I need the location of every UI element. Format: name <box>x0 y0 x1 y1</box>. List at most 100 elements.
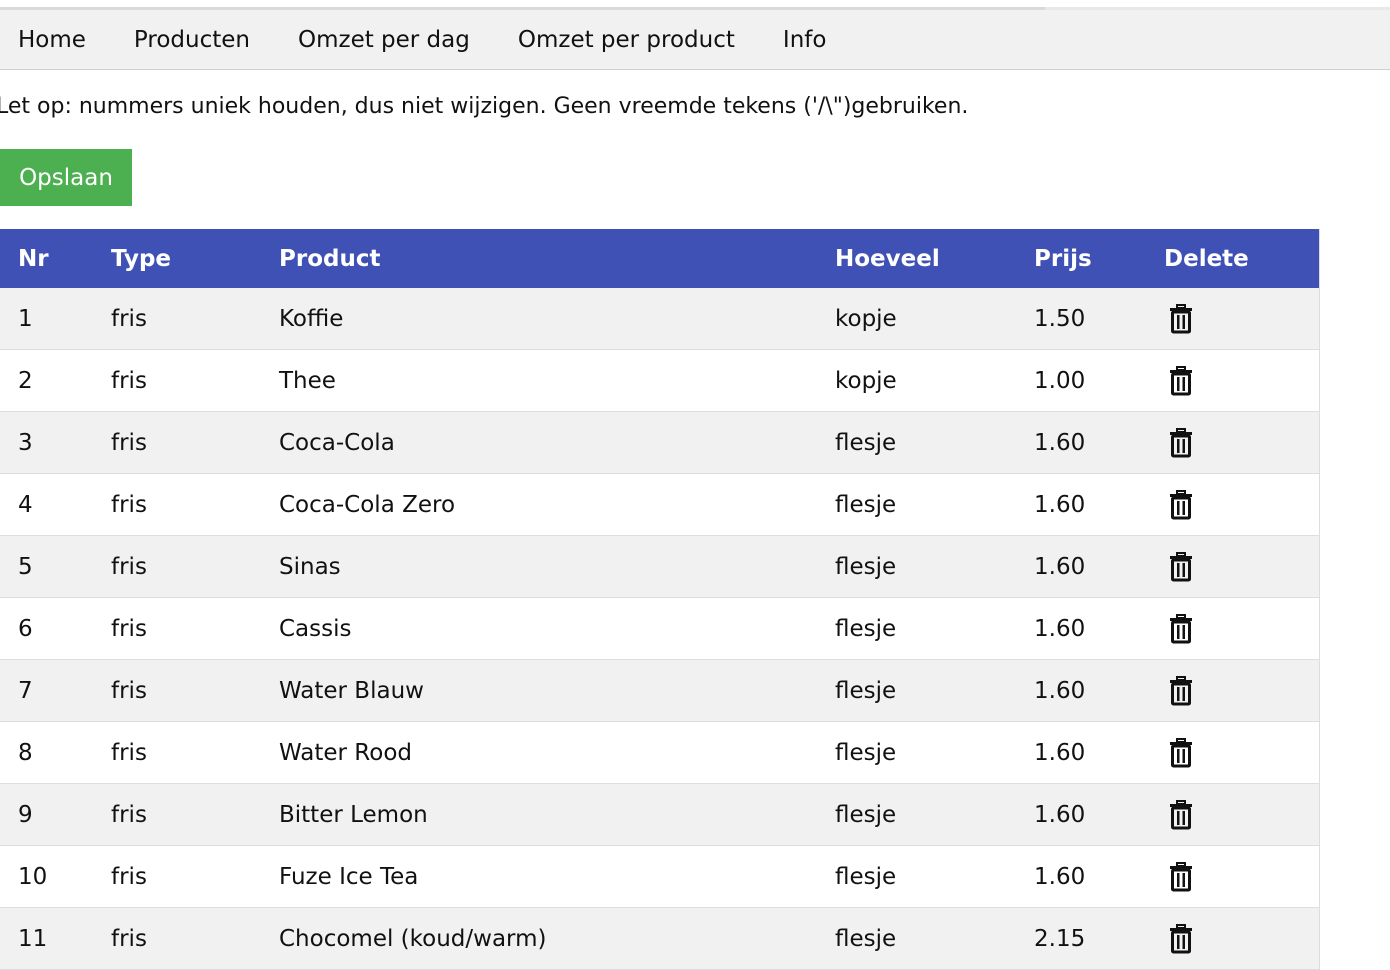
table-row: 3 fris Coca-Cola flesje 1.60 <box>0 411 1320 474</box>
cell-prijs[interactable]: 1.60 <box>1034 721 1164 784</box>
cell-prijs[interactable]: 1.60 <box>1034 783 1164 846</box>
table-row: 2 fris Thee kopje 1.00 <box>0 349 1320 412</box>
cell-nr[interactable]: 4 <box>0 473 111 536</box>
cell-prijs[interactable]: 1.60 <box>1034 659 1164 722</box>
cell-hoeveel[interactable]: flesje <box>835 597 1034 660</box>
cell-nr[interactable]: 7 <box>0 659 111 722</box>
cell-product[interactable]: Cassis <box>279 597 835 660</box>
nav-item-omzet-per-dag[interactable]: Omzet per dag <box>298 27 494 53</box>
cell-type[interactable]: fris <box>111 783 279 846</box>
cell-hoeveel[interactable]: flesje <box>835 845 1034 908</box>
nav-item-producten[interactable]: Producten <box>134 27 274 53</box>
cell-type[interactable]: fris <box>111 845 279 908</box>
table-row: 4 fris Coca-Cola Zero flesje 1.60 <box>0 473 1320 536</box>
table-row: 5 fris Sinas flesje 1.60 <box>0 535 1320 598</box>
cell-product[interactable]: Bitter Lemon <box>279 783 835 846</box>
trash-icon[interactable] <box>1169 489 1193 520</box>
column-header-nr: Nr <box>0 229 111 288</box>
notice-text: Let op: nummers uniek houden, dus niet w… <box>0 94 969 119</box>
cell-hoeveel[interactable]: kopje <box>835 288 1034 350</box>
cell-product[interactable]: Coca-Cola Zero <box>279 473 835 536</box>
cell-delete <box>1164 349 1320 412</box>
cell-nr[interactable]: 1 <box>0 288 111 350</box>
cell-type[interactable]: fris <box>111 597 279 660</box>
table-row: 9 fris Bitter Lemon flesje 1.60 <box>0 783 1320 846</box>
cell-nr[interactable]: 6 <box>0 597 111 660</box>
cell-type[interactable]: fris <box>111 907 279 970</box>
trash-icon[interactable] <box>1169 365 1193 396</box>
cell-prijs[interactable]: 2.15 <box>1034 907 1164 970</box>
cell-type[interactable]: fris <box>111 659 279 722</box>
cell-hoeveel[interactable]: flesje <box>835 535 1034 598</box>
cell-product[interactable]: Koffie <box>279 288 835 350</box>
cell-nr[interactable]: 3 <box>0 411 111 474</box>
cell-product[interactable]: Water Blauw <box>279 659 835 722</box>
cell-hoeveel[interactable]: flesje <box>835 659 1034 722</box>
column-header-prijs: Prijs <box>1034 229 1164 288</box>
cell-nr[interactable]: 5 <box>0 535 111 598</box>
cell-product[interactable]: Water Rood <box>279 721 835 784</box>
trash-icon[interactable] <box>1169 799 1193 830</box>
cell-prijs[interactable]: 1.60 <box>1034 845 1164 908</box>
cell-type[interactable]: fris <box>111 411 279 474</box>
cell-nr[interactable]: 2 <box>0 349 111 412</box>
cell-delete <box>1164 907 1320 970</box>
table-row: 7 fris Water Blauw flesje 1.60 <box>0 659 1320 722</box>
table-row: 1 fris Koffie kopje 1.50 <box>0 288 1320 350</box>
cell-type[interactable]: fris <box>111 288 279 350</box>
trash-icon[interactable] <box>1169 427 1193 458</box>
trash-icon[interactable] <box>1169 303 1193 334</box>
cell-type[interactable]: fris <box>111 349 279 412</box>
cell-product[interactable]: Thee <box>279 349 835 412</box>
navigation-bar: Home Producten Omzet per dag Omzet per p… <box>0 10 1390 70</box>
trash-icon[interactable] <box>1169 737 1193 768</box>
cell-nr[interactable]: 10 <box>0 845 111 908</box>
cell-hoeveel[interactable]: flesje <box>835 473 1034 536</box>
trash-icon[interactable] <box>1169 923 1193 954</box>
trash-icon[interactable] <box>1169 675 1193 706</box>
cell-product[interactable]: Coca-Cola <box>279 411 835 474</box>
nav-item-omzet-per-product[interactable]: Omzet per product <box>518 27 759 53</box>
save-button[interactable]: Opslaan <box>0 149 132 206</box>
column-header-hoeveel: Hoeveel <box>835 229 1034 288</box>
trash-icon[interactable] <box>1169 613 1193 644</box>
products-table: Nr Type Product Hoeveel Prijs Delete 1 fr… <box>0 229 1320 970</box>
cell-hoeveel[interactable]: flesje <box>835 907 1034 970</box>
cell-prijs[interactable]: 1.00 <box>1034 349 1164 412</box>
table-body: 1 fris Koffie kopje 1.50 2 fris Thee kopje 1.00 3 f… <box>0 288 1320 970</box>
trash-icon[interactable] <box>1169 551 1193 582</box>
cell-nr[interactable]: 9 <box>0 783 111 846</box>
cell-delete <box>1164 721 1320 784</box>
cell-delete <box>1164 783 1320 846</box>
cell-hoeveel[interactable]: flesje <box>835 721 1034 784</box>
cell-type[interactable]: fris <box>111 473 279 536</box>
top-strip <box>0 0 1390 10</box>
cell-product[interactable]: Chocomel (koud/warm) <box>279 907 835 970</box>
cell-delete <box>1164 473 1320 536</box>
cell-prijs[interactable]: 1.50 <box>1034 288 1164 350</box>
column-header-type: Type <box>111 229 279 288</box>
cell-type[interactable]: fris <box>111 721 279 784</box>
cell-delete <box>1164 659 1320 722</box>
cell-prijs[interactable]: 1.60 <box>1034 535 1164 598</box>
cell-hoeveel[interactable]: flesje <box>835 783 1034 846</box>
cell-product[interactable]: Fuze Ice Tea <box>279 845 835 908</box>
cell-type[interactable]: fris <box>111 535 279 598</box>
cell-product[interactable]: Sinas <box>279 535 835 598</box>
column-header-delete: Delete <box>1164 229 1320 288</box>
table-header-row: Nr Type Product Hoeveel Prijs Delete <box>0 229 1320 288</box>
nav-item-info[interactable]: Info <box>783 27 851 53</box>
cell-delete <box>1164 411 1320 474</box>
trash-icon[interactable] <box>1169 861 1193 892</box>
table-row: 11 fris Chocomel (koud/warm) flesje 2.15 <box>0 907 1320 970</box>
cell-hoeveel[interactable]: kopje <box>835 349 1034 412</box>
table-row: 8 fris Water Rood flesje 1.60 <box>0 721 1320 784</box>
cell-delete <box>1164 535 1320 598</box>
cell-prijs[interactable]: 1.60 <box>1034 473 1164 536</box>
cell-nr[interactable]: 11 <box>0 907 111 970</box>
cell-nr[interactable]: 8 <box>0 721 111 784</box>
cell-hoeveel[interactable]: flesje <box>835 411 1034 474</box>
cell-prijs[interactable]: 1.60 <box>1034 411 1164 474</box>
cell-prijs[interactable]: 1.60 <box>1034 597 1164 660</box>
nav-item-home[interactable]: Home <box>18 27 110 53</box>
